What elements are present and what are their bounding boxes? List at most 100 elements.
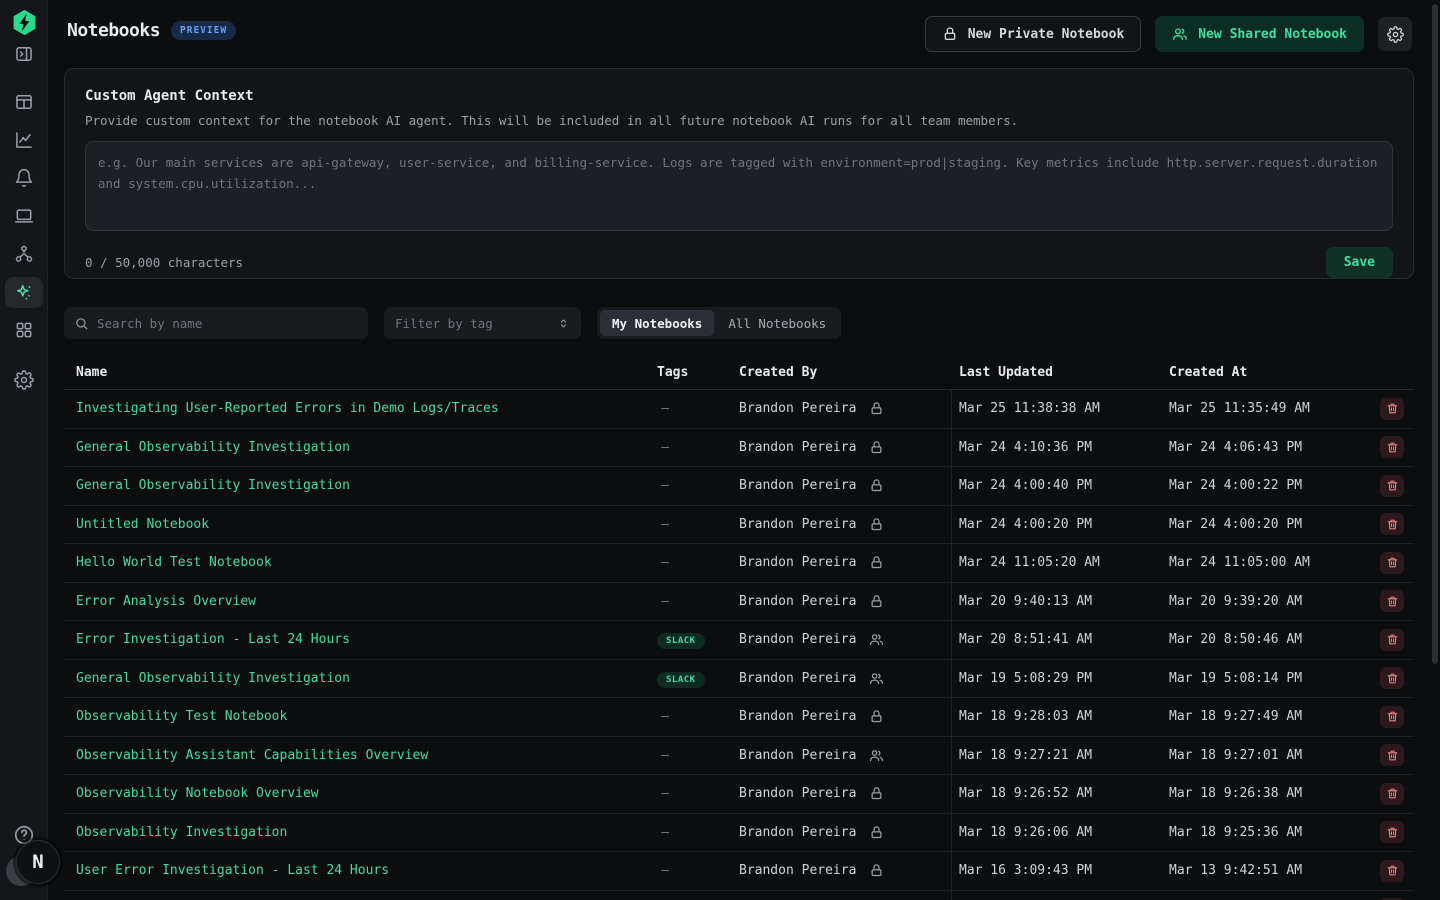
hosts-laptop-icon[interactable] bbox=[14, 206, 34, 226]
trash-icon bbox=[1386, 518, 1399, 531]
tab-my-notebooks[interactable]: My Notebooks bbox=[600, 310, 714, 336]
notebook-name-link[interactable]: Error Analysis Overview bbox=[64, 594, 657, 609]
last-updated-value: Mar 20 8:51:41 AM bbox=[959, 632, 1169, 647]
trash-icon bbox=[1386, 710, 1399, 723]
delete-notebook-button[interactable] bbox=[1380, 513, 1404, 535]
settings-gear-icon[interactable] bbox=[14, 370, 34, 390]
column-divider bbox=[951, 390, 952, 900]
delete-notebook-button[interactable] bbox=[1380, 552, 1404, 574]
tags-cell: – bbox=[657, 748, 739, 763]
delete-notebook-button[interactable] bbox=[1380, 744, 1404, 766]
lock-icon bbox=[869, 440, 884, 455]
delete-notebook-button[interactable] bbox=[1380, 398, 1404, 420]
actions-cell bbox=[1380, 783, 1414, 805]
notebook-settings-button[interactable] bbox=[1378, 17, 1412, 51]
tag-empty: – bbox=[657, 401, 669, 416]
notebook-name-link[interactable]: Investigating User-Reported Errors in De… bbox=[64, 401, 657, 416]
alerts-bell-icon[interactable] bbox=[14, 168, 34, 188]
notebook-name-link[interactable]: Observability Notebook Overview bbox=[64, 786, 657, 801]
last-updated-value: Mar 16 3:09:43 PM bbox=[959, 863, 1169, 878]
table-row: General Observability Investigation SLAC… bbox=[64, 660, 1414, 699]
save-button[interactable]: Save bbox=[1326, 247, 1393, 278]
topology-icon[interactable] bbox=[14, 244, 34, 264]
notebook-name-link[interactable]: Untitled Notebook bbox=[64, 517, 657, 532]
table-body: Investigating User-Reported Errors in De… bbox=[64, 390, 1414, 900]
notebook-name-link[interactable]: Hello World Test Notebook bbox=[64, 555, 657, 570]
delete-notebook-button[interactable] bbox=[1380, 783, 1404, 805]
column-header-tags: Tags bbox=[657, 365, 739, 380]
tags-cell: – bbox=[657, 440, 739, 455]
dashboards-table-icon[interactable] bbox=[14, 92, 34, 112]
created-by-cell: Brandon Pereira bbox=[739, 517, 959, 532]
notebook-name-link[interactable]: General Observability Investigation bbox=[64, 440, 657, 455]
delete-notebook-button[interactable] bbox=[1380, 436, 1404, 458]
notebook-name-link[interactable]: User Error Investigation - Last 24 Hours bbox=[64, 863, 657, 878]
apps-grid-icon[interactable] bbox=[14, 320, 34, 340]
search-input[interactable] bbox=[97, 316, 358, 331]
last-updated-value: Mar 24 4:00:20 PM bbox=[959, 517, 1169, 532]
delete-notebook-button[interactable] bbox=[1380, 706, 1404, 728]
column-header-name: Name bbox=[64, 365, 657, 380]
notebook-name-link[interactable]: General Observability Investigation bbox=[64, 671, 657, 686]
page-title: Notebooks bbox=[67, 20, 160, 41]
table-row: Observability Notebook Overview – Brando… bbox=[64, 775, 1414, 814]
delete-notebook-button[interactable] bbox=[1380, 475, 1404, 497]
metrics-chart-icon[interactable] bbox=[14, 130, 34, 150]
custom-agent-context-card: Custom Agent Context Provide custom cont… bbox=[64, 68, 1414, 279]
delete-notebook-button[interactable] bbox=[1380, 629, 1404, 651]
actions-cell bbox=[1380, 860, 1414, 882]
actions-cell bbox=[1380, 552, 1414, 574]
last-updated-value: Mar 20 9:40:13 AM bbox=[959, 594, 1169, 609]
chevrons-up-down-icon bbox=[557, 317, 570, 330]
created-at-value: Mar 20 9:39:20 AM bbox=[1169, 594, 1380, 609]
card-title: Custom Agent Context bbox=[85, 88, 1393, 104]
delete-notebook-button[interactable] bbox=[1380, 860, 1404, 882]
table-header: Name Tags Created By Last Updated Create… bbox=[64, 356, 1414, 390]
last-updated-value: Mar 18 9:26:52 AM bbox=[959, 786, 1169, 801]
trash-icon bbox=[1386, 826, 1399, 839]
delete-notebook-button[interactable] bbox=[1380, 821, 1404, 843]
scrollbar-thumb[interactable] bbox=[1432, 4, 1438, 664]
notebook-name-link[interactable]: Error Investigation - Last 24 Hours bbox=[64, 632, 657, 647]
app-logo-icon[interactable] bbox=[11, 9, 38, 36]
tab-all-notebooks[interactable]: All Notebooks bbox=[716, 310, 838, 336]
created-by-cell: Brandon Pereira bbox=[739, 555, 959, 570]
created-by-name: Brandon Pereira bbox=[739, 594, 856, 609]
column-header-last-updated: Last Updated bbox=[959, 365, 1169, 380]
created-by-name: Brandon Pereira bbox=[739, 555, 856, 570]
delete-notebook-button[interactable] bbox=[1380, 667, 1404, 689]
ai-sparkles-icon[interactable] bbox=[14, 282, 34, 302]
tag-badge: SLACK bbox=[657, 633, 705, 649]
created-by-name: Brandon Pereira bbox=[739, 632, 856, 647]
actions-cell bbox=[1380, 821, 1414, 843]
column-header-created-by: Created By bbox=[739, 365, 959, 380]
collapse-sidebar-icon[interactable] bbox=[14, 44, 34, 64]
table-row: Error Analysis Overview – Brandon Pereir… bbox=[64, 583, 1414, 622]
agent-context-textarea[interactable] bbox=[85, 141, 1393, 231]
notebook-name-link[interactable]: Observability Assistant Capabilities Ove… bbox=[64, 748, 657, 763]
new-private-notebook-button[interactable]: New Private Notebook bbox=[925, 16, 1142, 52]
notebook-name-link[interactable]: Observability Investigation bbox=[64, 825, 657, 840]
user-avatar[interactable]: N bbox=[16, 840, 60, 884]
new-shared-notebook-button[interactable]: New Shared Notebook bbox=[1155, 16, 1364, 52]
notebook-name-link[interactable]: Observability Test Notebook bbox=[64, 709, 657, 724]
trash-icon bbox=[1386, 479, 1399, 492]
created-by-name: Brandon Pereira bbox=[739, 401, 856, 416]
table-row: General Observability Investigation – Br… bbox=[64, 467, 1414, 506]
created-at-value: Mar 13 9:42:51 AM bbox=[1169, 863, 1380, 878]
trash-icon bbox=[1386, 749, 1399, 762]
tag-filter-select[interactable]: Filter by tag bbox=[384, 307, 581, 339]
created-at-value: Mar 24 11:05:00 AM bbox=[1169, 555, 1380, 570]
lock-icon bbox=[869, 786, 884, 801]
notebook-name-link[interactable]: General Observability Investigation bbox=[64, 478, 657, 493]
tags-cell: – bbox=[657, 594, 739, 609]
delete-notebook-button[interactable] bbox=[1380, 590, 1404, 612]
users-icon bbox=[1172, 26, 1188, 42]
table-row: Untitled Notebook – Brandon Pereira Mar … bbox=[64, 506, 1414, 545]
actions-cell bbox=[1380, 744, 1414, 766]
tags-cell: SLACK bbox=[657, 632, 739, 647]
created-at-value: Mar 19 5:08:14 PM bbox=[1169, 671, 1380, 686]
created-by-name: Brandon Pereira bbox=[739, 748, 856, 763]
table-row: Observability Test Notebook – Brandon Pe… bbox=[64, 698, 1414, 737]
table-row: User Error Investigation - Last 24 Hours… bbox=[64, 852, 1414, 891]
